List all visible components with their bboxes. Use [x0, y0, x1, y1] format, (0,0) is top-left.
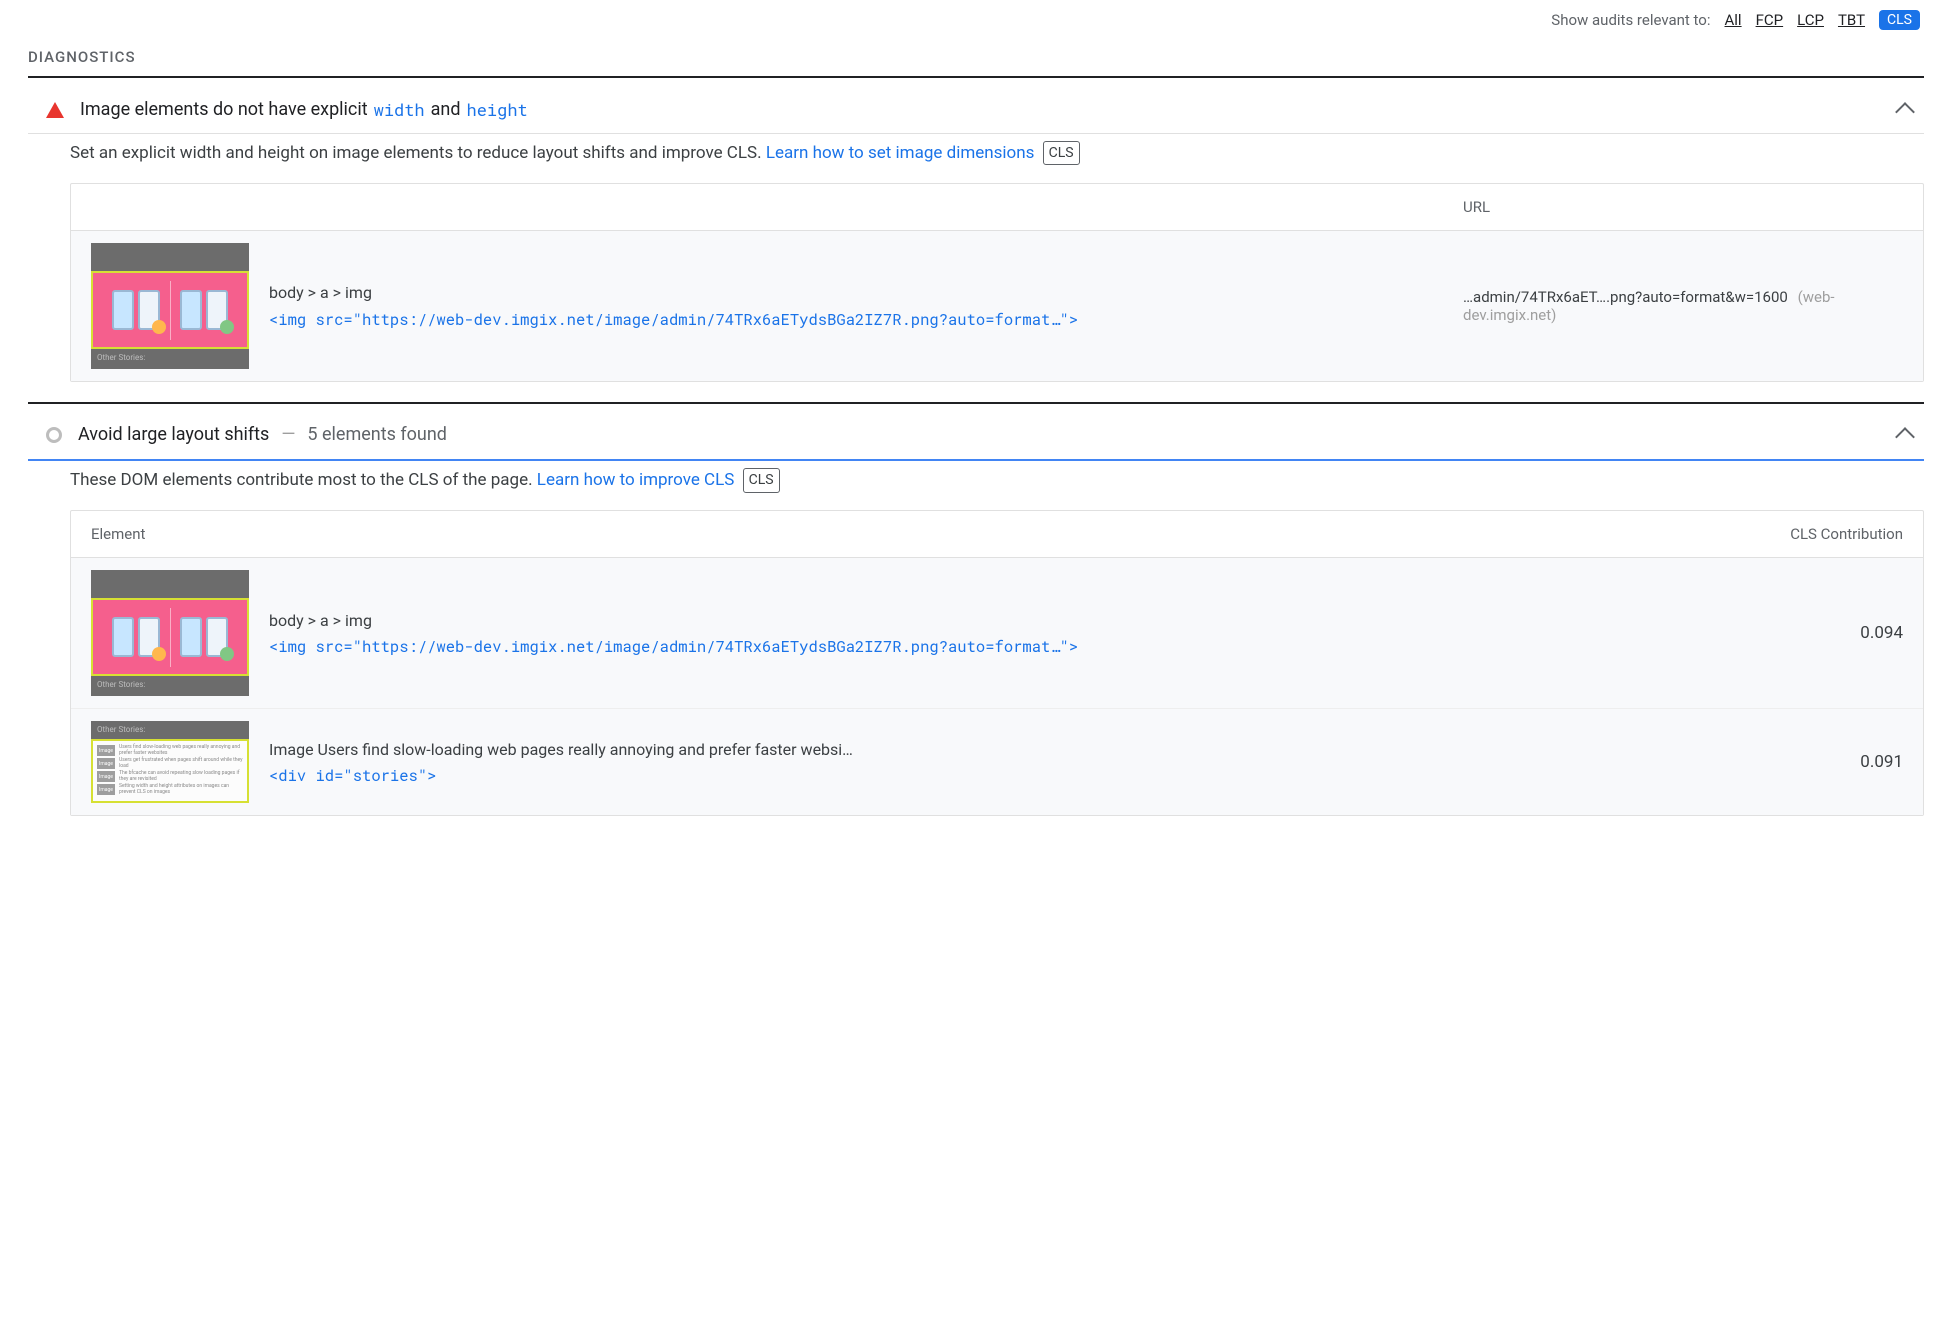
- code-height: height: [467, 98, 528, 121]
- summary-count: 5 elements found: [307, 424, 447, 445]
- chevron-up-icon: [1895, 427, 1915, 447]
- element-code: <img src="https://web-dev.imgix.net/imag…: [269, 634, 1803, 660]
- audit-description: These DOM elements contribute most to th…: [28, 461, 1924, 510]
- table-row: Other Stories: body > a > img <img src="…: [71, 558, 1923, 709]
- table-header: Element CLS Contribution: [71, 511, 1923, 558]
- cls-value: 0.094: [1823, 623, 1903, 643]
- url-cell: …admin/74TRx6aET….png?auto=format&w=1600…: [1463, 288, 1903, 324]
- diagnostics-heading: DIAGNOSTICS: [28, 48, 1924, 66]
- audit-title: Image elements do not have explicit widt…: [80, 98, 1882, 121]
- filter-lcp[interactable]: LCP: [1797, 11, 1824, 29]
- table-row: Other Stories: ImageUsers find slow-load…: [71, 709, 1923, 815]
- desc-text: These DOM elements contribute most to th…: [70, 470, 533, 490]
- filter-bar: Show audits relevant to: All FCP LCP TBT…: [28, 10, 1924, 30]
- thumb-label: Other Stories:: [91, 721, 249, 739]
- learn-more-link[interactable]: Learn how to set image dimensions: [766, 143, 1035, 163]
- table-header: URL: [71, 184, 1923, 231]
- element-selector: body > a > img: [269, 607, 1803, 634]
- circle-icon: [46, 427, 62, 443]
- filter-all[interactable]: All: [1725, 11, 1742, 29]
- filter-label: Show audits relevant to:: [1551, 11, 1710, 29]
- audit-layout-shifts: Avoid large layout shifts — 5 elements f…: [28, 404, 1924, 836]
- audit-image-dimensions: Image elements do not have explicit widt…: [28, 78, 1924, 402]
- url-main: …admin/74TRx6aET….png?auto=format&w=1600: [1463, 288, 1788, 306]
- dash: —: [281, 424, 295, 445]
- audit-header[interactable]: Image elements do not have explicit widt…: [28, 92, 1924, 133]
- element-code: <img src="https://web-dev.imgix.net/imag…: [269, 307, 1443, 333]
- thumb-label: Other Stories:: [91, 676, 249, 696]
- filter-tbt[interactable]: TBT: [1838, 11, 1865, 29]
- filter-fcp[interactable]: FCP: [1756, 11, 1784, 29]
- audit-title-mid: and: [431, 99, 461, 120]
- filter-cls-active[interactable]: CLS: [1879, 10, 1920, 30]
- element-thumbnail: Other Stories: ImageUsers find slow-load…: [91, 721, 249, 803]
- element-thumbnail: Other Stories:: [91, 570, 249, 696]
- audit-title: Avoid large layout shifts — 5 elements f…: [78, 424, 1882, 445]
- audit-table: Element CLS Contribution Other Stories: …: [70, 510, 1924, 816]
- code-width: width: [374, 98, 425, 121]
- audit-title-pre: Image elements do not have explicit: [80, 99, 368, 120]
- element-thumbnail: Other Stories:: [91, 243, 249, 369]
- element-selector: body > a > img: [269, 279, 1443, 306]
- table-row: Other Stories: body > a > img <img src="…: [71, 231, 1923, 381]
- th-url: URL: [1463, 198, 1903, 216]
- learn-more-link[interactable]: Learn how to improve CLS: [537, 470, 735, 490]
- cls-chip: CLS: [743, 468, 780, 492]
- th-blank: [91, 198, 1463, 216]
- cls-value: 0.091: [1823, 752, 1903, 772]
- cls-chip: CLS: [1043, 141, 1080, 165]
- chevron-up-icon: [1895, 102, 1915, 122]
- audit-description: Set an explicit width and height on imag…: [28, 134, 1924, 183]
- element-cell: Image Users find slow-loading web pages …: [269, 736, 1803, 790]
- audit-table: URL Other Stories: body > a > img <img s…: [70, 183, 1924, 382]
- element-code: <div id="stories">: [269, 763, 1803, 789]
- element-selector: Image Users find slow-loading web pages …: [269, 736, 1803, 763]
- element-cell: body > a > img <img src="https://web-dev…: [269, 279, 1443, 333]
- warning-icon: [46, 102, 64, 118]
- th-element: Element: [91, 525, 1703, 543]
- audit-title-text: Avoid large layout shifts: [78, 424, 269, 445]
- desc-text: Set an explicit width and height on imag…: [70, 143, 762, 163]
- thumb-label: Other Stories:: [91, 349, 249, 369]
- element-cell: body > a > img <img src="https://web-dev…: [269, 607, 1803, 661]
- th-cls: CLS Contribution: [1703, 525, 1903, 543]
- audit-header[interactable]: Avoid large layout shifts — 5 elements f…: [28, 418, 1924, 461]
